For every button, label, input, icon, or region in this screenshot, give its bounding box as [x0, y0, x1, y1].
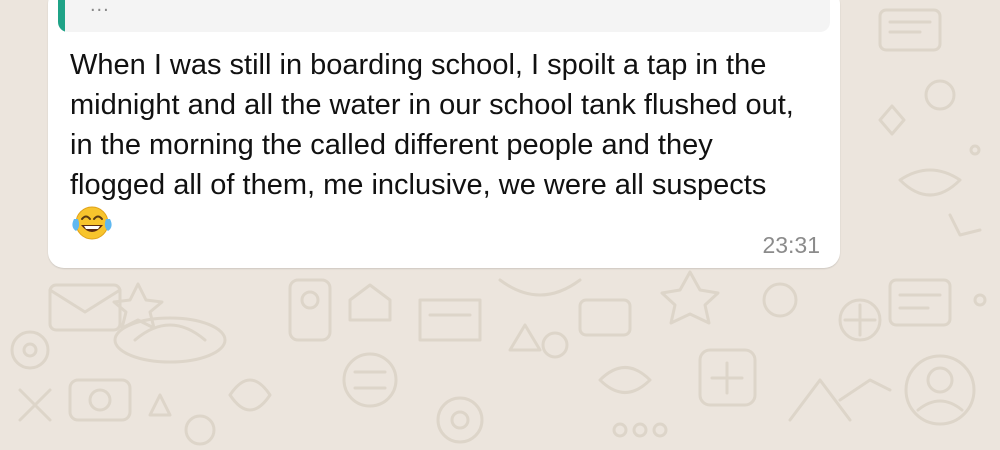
- message-timestamp: 23:31: [762, 232, 820, 258]
- quoted-message-preview[interactable]: ...: [58, 0, 830, 32]
- quoted-message-text: ...: [90, 0, 110, 16]
- message-text: When I was still in boarding school, I s…: [70, 49, 794, 201]
- message-bubble[interactable]: ... When I was still in boarding school,…: [48, 0, 840, 268]
- face-with-tears-of-joy-icon: [70, 205, 114, 241]
- message-body: When I was still in boarding school, I s…: [70, 45, 810, 246]
- quote-accent-bar: [58, 0, 65, 32]
